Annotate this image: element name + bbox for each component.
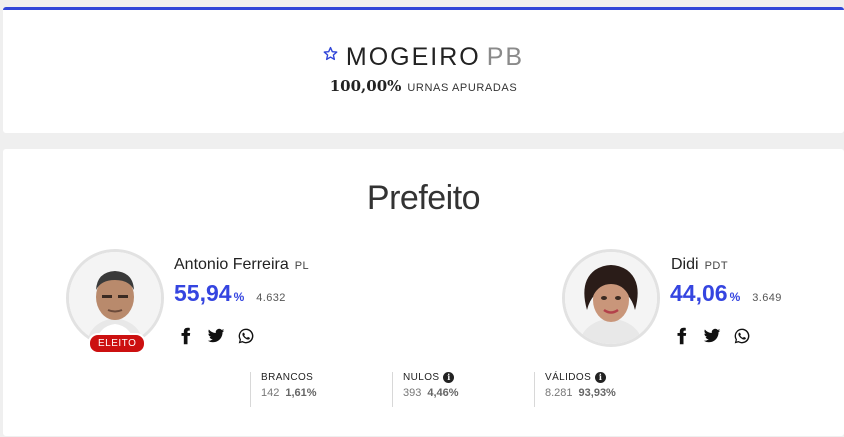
pct-value: 44,06 [670,280,728,306]
city-name: MOGEIRO [345,43,481,71]
candidate-percentage-didi: 44,06% 3.649 [670,280,782,307]
candidate-votes: 4.632 [256,292,286,304]
candidate-percentage-antonio: 55,94% 4.632 [174,280,286,307]
stat-label: BRANCOS [261,372,317,383]
whatsapp-icon[interactable] [733,327,751,345]
stat-label-text: BRANCOS [261,372,314,383]
city-title-row: MOGEIRO PB [3,43,844,72]
stat-label: VÁLIDOS i [545,372,616,383]
stat-brancos: BRANCOS 142 1,61% [250,372,317,407]
stat-nulos: NULOS i 393 4,46% [392,372,459,407]
stat-percentage: 93,93% [578,387,616,399]
stat-count: 393 [403,387,422,399]
info-icon[interactable]: i [443,372,455,383]
candidate-name-antonio: Antonio Ferreira PL [174,256,309,274]
candidate-name: Didi [671,256,699,273]
stat-percentage: 4,46% [427,387,459,399]
info-icon[interactable]: i [595,372,607,383]
stat-label: NULOS i [403,372,459,383]
whatsapp-icon[interactable] [237,327,255,345]
stat-percentage: 1,61% [285,387,317,399]
candidate-name: Antonio Ferreira [174,256,289,273]
office-title: Prefeito [366,179,481,217]
candidate-party: PL [294,260,310,272]
candidate-name-didi: Didi PDT [671,256,728,274]
stat-values: 393 4,46% [403,387,459,399]
candidate-party: PDT [704,260,729,272]
stat-count: 8.281 [545,387,573,399]
facebook-icon[interactable] [177,327,195,345]
urnas-label: URNAS APURADAS [407,82,518,94]
urnas-percentage: 100,00% [329,77,402,95]
pct-sign: % [729,290,741,304]
stat-count: 142 [261,387,280,399]
urnas-row: 100,00% URNAS APURADAS [3,77,844,96]
twitter-icon[interactable] [703,327,721,345]
share-icons-didi [673,327,751,345]
stat-label-text: NULOS [403,372,440,383]
stat-values: 8.281 93,93% [545,387,616,399]
results-card: Prefeito ELEITO Antonio Ferreira PL 55,94… [3,149,844,436]
stat-validos: VÁLIDOS i 8.281 93,93% [534,372,616,407]
elected-badge: ELEITO [88,333,147,354]
star-icon[interactable] [323,46,338,66]
stat-label-text: VÁLIDOS [545,372,592,383]
stat-values: 142 1,61% [261,387,317,399]
pct-value: 55,94 [174,280,232,306]
pct-sign: % [233,290,245,304]
share-icons-antonio [177,327,255,345]
candidate-photo-didi[interactable] [562,249,660,347]
state-code: PB [486,43,525,71]
city-header-card: MOGEIRO PB 100,00% URNAS APURADAS [3,7,844,133]
candidate-votes: 3.649 [752,292,782,304]
twitter-icon[interactable] [207,327,225,345]
facebook-icon[interactable] [673,327,691,345]
